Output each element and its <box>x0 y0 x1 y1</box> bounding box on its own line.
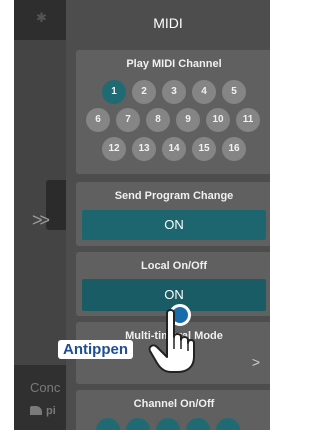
settings-icon: ✱ <box>36 10 47 25</box>
pointing-hand-icon <box>148 309 195 373</box>
channel-button-9[interactable]: 9 <box>176 108 200 132</box>
channel-button-8[interactable]: 8 <box>146 108 170 132</box>
send-program-change-title: Send Program Change <box>114 190 234 202</box>
tap-hint-label: Antippen <box>58 340 133 359</box>
channel-button-10[interactable]: 10 <box>206 108 230 132</box>
app-screen: ✱ >> Conc pi MIDI Play MIDI Channel 1234… <box>14 0 270 430</box>
channel-on-off-button[interactable] <box>186 418 210 430</box>
channel-button-4[interactable]: 4 <box>192 80 216 104</box>
background-app: ✱ >> Conc pi <box>14 0 74 430</box>
background-bottom-area <box>14 365 74 430</box>
channel-on-off-title: Channel On/Off <box>133 398 215 410</box>
channel-on-off-card: Channel On/Off <box>76 390 270 430</box>
channel-button-2[interactable]: 2 <box>132 80 156 104</box>
channel-on-off-button[interactable] <box>126 418 150 430</box>
background-top-bar: ✱ <box>14 0 74 40</box>
play-midi-channel-card: Play MIDI Channel 1 2 3 4 5 6 7 8 9 10 11 12 13 14 15 1… <box>76 50 270 174</box>
send-program-change-card: Send Program Change ON <box>76 182 270 246</box>
panel-title: MIDI <box>153 15 183 31</box>
channel-button-11[interactable]: 11 <box>236 108 260 132</box>
background-piano-label: pi <box>46 405 56 417</box>
play-midi-channel-title: Play MIDI Channel <box>126 58 222 70</box>
channel-button-15[interactable]: 15 <box>192 137 216 161</box>
channel-button-7[interactable]: 7 <box>116 108 140 132</box>
channel-button-3[interactable]: 3 <box>162 80 186 104</box>
channel-on-off-button[interactable] <box>96 418 120 430</box>
channel-on-off-button[interactable] <box>216 418 240 430</box>
background-piano-item: pi <box>30 405 56 417</box>
send-program-change-toggle[interactable]: ON <box>82 210 266 240</box>
piano-icon <box>30 406 42 415</box>
channel-button-6[interactable]: 6 <box>86 108 110 132</box>
channel-button-1[interactable]: 1 <box>102 80 126 104</box>
chevron-right-icon: > <box>251 354 260 370</box>
expand-chevron-icon[interactable]: >> <box>32 210 50 231</box>
background-concert-label: Conc <box>30 380 61 395</box>
channel-button-12[interactable]: 12 <box>102 137 126 161</box>
channel-button-5[interactable]: 5 <box>222 80 246 104</box>
channel-button-14[interactable]: 14 <box>162 137 186 161</box>
local-on-off-title: Local On/Off <box>141 260 207 272</box>
channel-button-13[interactable]: 13 <box>132 137 156 161</box>
channel-on-off-button[interactable] <box>156 418 180 430</box>
channel-button-16[interactable]: 16 <box>222 137 246 161</box>
